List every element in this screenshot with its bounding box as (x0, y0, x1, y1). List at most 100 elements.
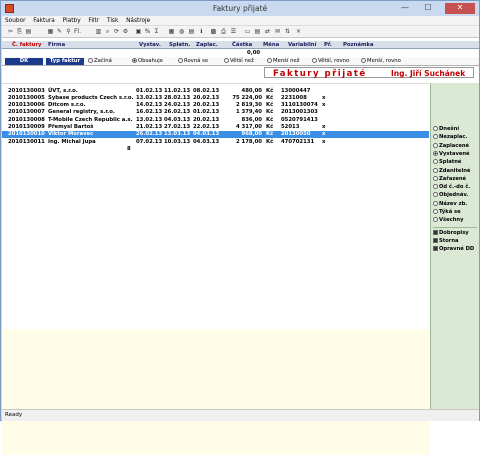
typ-faktur-button[interactable]: Typ faktur (46, 58, 84, 65)
globe-icon[interactable]: ◍ (177, 27, 186, 36)
sum-icon[interactable]: Σ (152, 27, 161, 36)
copy-icon[interactable]: ⎘ (15, 27, 24, 36)
table-row[interactable]: 2010130009 Přemysl Bartoš 21.02.13 27.02.13… (2, 124, 429, 131)
filter-radio-obsahuje[interactable]: Obsahuje (132, 58, 163, 64)
close-icon[interactable]: × (294, 27, 303, 36)
radio-label: Dnešní (439, 126, 460, 132)
cell-firma: General registry, s.r.o. (48, 109, 115, 116)
filter-radio-vetsi-nez[interactable]: Větší než (224, 58, 254, 64)
cell-firma: ÚVT, s.r.o. (48, 87, 78, 94)
table-row[interactable]: 2010130007 General registry, s.r.o. 16.02.… (2, 109, 429, 116)
mail-icon[interactable]: ✉ (273, 27, 282, 36)
filter-text-icon[interactable]: Fl. (73, 27, 82, 36)
view-icon[interactable]: ▤ (253, 27, 262, 36)
find-icon[interactable]: ⌕ (103, 27, 112, 36)
info-icon[interactable]: ℹ (197, 27, 206, 36)
radio-icon (433, 175, 438, 181)
col-castka[interactable]: Částka (232, 42, 252, 48)
period-radio-6[interactable]: Zařazené (433, 175, 466, 182)
doc-type-checkbox-1[interactable]: Storna (433, 237, 459, 244)
percent-icon[interactable]: % (143, 27, 152, 36)
bank-icon[interactable]: ▩ (209, 27, 218, 36)
col-zaplaceno[interactable]: Zaplac. (196, 42, 218, 48)
cell-firma: Ditcom s.r.o. (48, 102, 86, 109)
doc-type-checkbox-2[interactable]: Opravné DD (433, 246, 474, 252)
period-radio-0[interactable]: Dnešní (433, 126, 459, 132)
period-radio-4[interactable]: Splatné (433, 159, 461, 165)
cell-cislo: 2010130008 (8, 116, 45, 123)
period-radio-1[interactable]: Nezaplac. (433, 134, 467, 140)
new-icon[interactable]: ▦ (46, 27, 55, 36)
grid-icon[interactable]: ▥ (94, 27, 103, 36)
chart-icon[interactable]: ▭ (243, 27, 252, 36)
filter-radio-mensi-nez[interactable]: Menší než (267, 58, 300, 64)
menu-nastroje[interactable]: Nástroje (123, 16, 153, 24)
period-radio-2[interactable]: Zaplacené (433, 142, 469, 149)
filter-icon[interactable]: ⚲ (64, 27, 73, 36)
period-radio-3[interactable]: Vystavené (433, 150, 470, 157)
pay-icon[interactable]: ⇄ (263, 27, 272, 36)
sort-icon[interactable]: ⇅ (283, 27, 292, 36)
edit-icon[interactable]: ✎ (55, 27, 64, 36)
cell-splatn: 24.02.13 (164, 102, 191, 109)
table-row[interactable]: 2010130006 Ditcom s.r.o. 14.02.13 24.02.13 2… (2, 102, 429, 109)
filter-radio-zacina[interactable]: Začíná (88, 58, 112, 64)
col-mena[interactable]: Měna (263, 42, 279, 48)
radio-icon (433, 200, 438, 206)
dk-button[interactable]: DK (5, 58, 43, 65)
cell-cislo: 2010130011 (8, 138, 45, 145)
col-cislo-faktury[interactable]: Č. faktury (12, 42, 42, 48)
table-row[interactable]: 2010130011 Ing. Michal Jupa 07.02.13 10.03.… (2, 138, 429, 145)
cell-vystav: 13.02.13 (136, 94, 163, 101)
period-radio-8[interactable]: Objednáv. (433, 192, 468, 198)
period-radio-7[interactable]: Od č.-do č. (433, 184, 470, 190)
panel-divider (433, 226, 477, 228)
radio-icon (433, 126, 438, 131)
copy-doc-icon[interactable]: ▣ (134, 27, 143, 36)
cell-firma: Sybase products Czech s.r.o. (48, 94, 134, 101)
period-radio-9[interactable]: Název zb. (433, 200, 467, 207)
col-prilohy[interactable]: Př. (324, 42, 332, 48)
period-radio-11[interactable]: Všechny (433, 217, 463, 223)
menu-tisk[interactable]: Tisk (104, 16, 121, 24)
cell-splatn: 04.03.13 (164, 116, 191, 123)
menu-faktura[interactable]: Faktura (30, 16, 58, 24)
list-icon[interactable]: ☰ (229, 27, 238, 36)
period-radio-10[interactable]: Týká se (433, 209, 461, 215)
table-row[interactable]: 2010130008 T-Mobile Czech Republic a.s. 13… (2, 116, 429, 123)
table-row[interactable]: 2010130005 Sybase products Czech s.r.o. 13… (2, 94, 429, 101)
cell-mena: Kč (266, 87, 274, 94)
menu-platby[interactable]: Platby (60, 16, 84, 24)
maximize-button[interactable]: ☐ (419, 3, 437, 14)
filter-radio-vetsi-rovno[interactable]: Větší, rovno (312, 58, 349, 64)
filter-radio-rovna-se[interactable]: Rovná se (178, 58, 208, 64)
table-row[interactable]: 2010130003 ÚVT, s.r.o. 01.02.13 11.02.13 08.… (2, 87, 429, 94)
settings-icon[interactable]: ⚙ (121, 27, 130, 36)
cut-icon[interactable]: ✂ (6, 27, 15, 36)
cell-mena: Kč (266, 102, 274, 109)
banner-user: Ing. Jiří Suchánek (391, 69, 466, 78)
status-bar: Ready (2, 409, 479, 421)
close-window-button[interactable]: ✕ (445, 3, 475, 14)
table-row[interactable]: 2010130010 Viktor Moravec 26.02.13 13.03.13… (2, 130, 429, 138)
calendar-icon[interactable]: ▦ (167, 27, 176, 36)
paste-icon[interactable]: ▤ (24, 27, 33, 36)
refresh-icon[interactable]: ⟳ (112, 27, 121, 36)
col-poznamka[interactable]: Poznámka (343, 42, 374, 48)
menu-filtr[interactable]: Filtr (85, 16, 102, 24)
doc-type-checkbox-0[interactable]: Dobropisy (433, 229, 469, 236)
col-vystaveno[interactable]: Vystav. (139, 42, 161, 48)
filter-radio-mensi-rovno[interactable]: Menší, rovno (361, 58, 401, 64)
col-splatnost[interactable]: Splatn. (169, 42, 190, 48)
menu-soubor[interactable]: Soubor (2, 16, 29, 24)
export-icon[interactable]: ▤ (187, 27, 196, 36)
radio-icon (433, 184, 438, 190)
radio-label: Vystavené (439, 150, 470, 157)
cell-castka: 836,00 (241, 116, 262, 123)
col-variabilni[interactable]: Variabilní (288, 42, 316, 48)
print-icon[interactable]: ⎙ (219, 27, 228, 36)
period-radio-5[interactable]: Zdanitelné (433, 167, 470, 174)
cell-castka: 968,00 (241, 131, 262, 138)
minimize-button[interactable]: — (396, 3, 414, 14)
col-firma[interactable]: Firma (48, 42, 65, 48)
